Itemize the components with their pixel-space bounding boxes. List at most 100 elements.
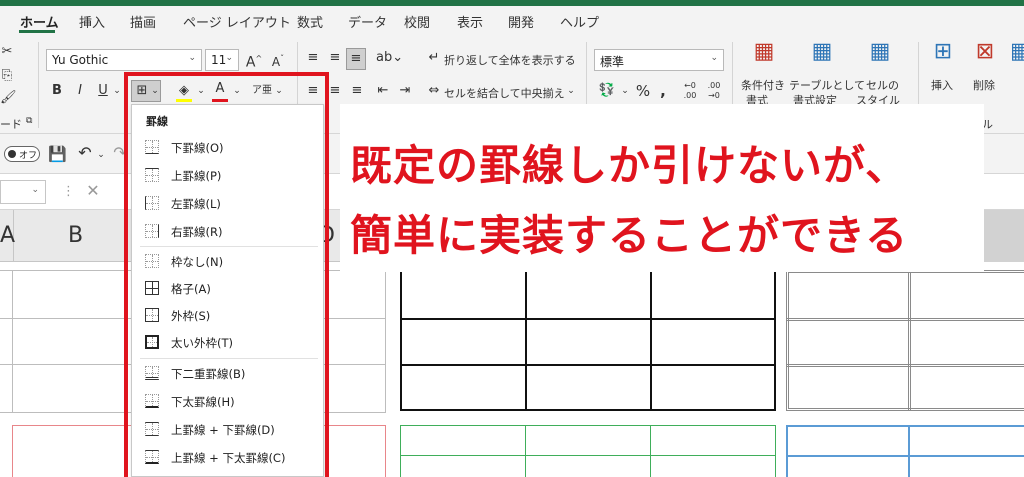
- tab-help[interactable]: ヘルプ: [560, 12, 599, 31]
- cell-styles-icon: ▦: [869, 39, 891, 64]
- format-painter-icon[interactable]: 🖌: [0, 88, 17, 108]
- black-table-line: [650, 270, 652, 411]
- red-table-border: [385, 425, 386, 477]
- chevron-down-icon: ⌄: [225, 53, 233, 63]
- chevron-down-icon[interactable]: ⌄: [112, 81, 122, 101]
- group-divider: [38, 42, 39, 128]
- black-table-line: [400, 318, 776, 320]
- black-table-line: [525, 270, 527, 411]
- green-table-line: [400, 455, 776, 456]
- green-table-line: [650, 425, 651, 477]
- blue-table: [786, 425, 1024, 477]
- tab-view[interactable]: 表示: [457, 12, 483, 31]
- merge-center-button[interactable]: セルを結合して中央揃え: [444, 85, 565, 101]
- gray-table: [786, 270, 1024, 411]
- align-bottom-icon[interactable]: ≡: [346, 48, 366, 70]
- font-size-value: 11: [211, 53, 227, 67]
- tab-page-layout[interactable]: ページ レイアウト: [183, 12, 291, 31]
- font-size-combo[interactable]: 11 ⌄: [205, 49, 239, 71]
- column-header-a[interactable]: A: [0, 210, 16, 262]
- tab-formulas[interactable]: 数式: [297, 12, 323, 31]
- column-b-label: B: [67, 223, 84, 248]
- cut-icon[interactable]: ✂: [0, 42, 14, 62]
- blue-table-line: [786, 455, 1024, 457]
- underline-button[interactable]: U: [96, 81, 110, 101]
- conditional-formatting-label[interactable]: 条件付き: [741, 77, 785, 93]
- format-cells-icon[interactable]: ▦: [1010, 42, 1024, 70]
- delete-cells-icon: ⊠: [975, 39, 995, 64]
- accounting-format-icon[interactable]: 💱: [596, 81, 618, 101]
- insert-cells-button[interactable]: 挿入: [931, 77, 953, 93]
- tab-home[interactable]: ホーム: [20, 12, 59, 31]
- tab-data[interactable]: データ: [348, 12, 387, 31]
- decrease-indent-icon[interactable]: ⇤: [374, 81, 392, 101]
- delete-cells-button[interactable]: 削除: [973, 77, 995, 93]
- number-format-value: 標準: [600, 55, 625, 69]
- italic-button[interactable]: I: [73, 81, 87, 101]
- gray-table-line: [908, 270, 911, 411]
- tab-developer[interactable]: 開発: [508, 12, 534, 31]
- copy-icon[interactable]: ⎘: [0, 66, 14, 86]
- column-a-label: A: [0, 223, 16, 248]
- annotation-callout: 既定の罫線しか引けないが、 簡単に実装することができる: [340, 104, 984, 272]
- conditional-formatting-icon: ▦: [753, 39, 775, 64]
- tab-insert[interactable]: 挿入: [79, 12, 105, 31]
- blue-table-line: [908, 425, 910, 477]
- cell-styles-label[interactable]: セルの: [866, 77, 899, 93]
- autosave-toggle[interactable]: オフ: [4, 146, 40, 162]
- grid-line: [12, 270, 13, 412]
- percent-style-icon[interactable]: %: [634, 81, 652, 101]
- bold-button[interactable]: B: [50, 81, 64, 101]
- black-table-line: [400, 364, 776, 366]
- callout-line-1: 既定の罫線しか引けないが、: [350, 141, 909, 190]
- red-table-border: [12, 425, 13, 477]
- black-table: [400, 270, 776, 411]
- chevron-down-icon[interactable]: ⌄: [96, 145, 106, 165]
- increase-decimal-icon[interactable]: ←0.00: [680, 81, 700, 101]
- gray-table-line: [786, 364, 1024, 367]
- green-table-line: [525, 425, 526, 477]
- decrease-decimal-icon[interactable]: .00 →0: [704, 81, 724, 101]
- grid-line: [385, 270, 386, 412]
- chevron-down-icon[interactable]: ⌄: [620, 81, 630, 101]
- column-header-selected[interactable]: [984, 210, 1024, 262]
- decrease-font-icon[interactable]: Aˇ: [268, 49, 288, 72]
- autosave-label: オフ: [19, 151, 38, 161]
- format-as-table-icon: ▦: [811, 39, 833, 64]
- chevron-down-icon: ⌄: [710, 53, 718, 63]
- ribbon-tab-row: ホーム 挿入 描画 ページ レイアウト 数式 データ 校閲 表示 開発 ヘルプ: [0, 6, 1024, 36]
- wrap-text-button[interactable]: 折り返して全体を表示する: [444, 52, 576, 68]
- save-icon[interactable]: 💾: [48, 144, 67, 164]
- gray-table-line: [786, 318, 1024, 321]
- merge-center-icon: ⇔: [428, 83, 440, 98]
- clipboard-launcher-icon[interactable]: ⧉: [26, 116, 32, 126]
- undo-icon[interactable]: ↶: [76, 143, 94, 163]
- comma-style-icon[interactable]: ,: [656, 81, 670, 101]
- active-tab-indicator: [19, 30, 55, 33]
- column-header-b[interactable]: B: [14, 210, 138, 262]
- cancel-entry-icon[interactable]: ✕: [84, 181, 102, 201]
- highlight-frame: [124, 72, 329, 477]
- clipboard-group-label: ード: [0, 118, 22, 131]
- increase-font-icon[interactable]: A^: [244, 49, 264, 73]
- increase-indent-icon[interactable]: ⇥: [396, 81, 414, 101]
- insert-cells-icon: ⊞: [933, 39, 953, 64]
- chevron-down-icon: ⌄: [31, 185, 39, 195]
- number-format-combo[interactable]: 標準 ⌄: [594, 49, 724, 71]
- callout-line-2: 簡単に実装することができる: [350, 211, 909, 260]
- name-box[interactable]: ⌄: [0, 180, 46, 204]
- tab-draw[interactable]: 描画: [130, 12, 156, 31]
- green-table: [400, 425, 776, 477]
- align-middle-icon[interactable]: ≡: [326, 48, 344, 68]
- wrap-text-icon: ↵: [428, 50, 440, 65]
- font-name-value: Yu Gothic: [52, 53, 109, 67]
- format-as-table-label[interactable]: テーブルとして: [789, 77, 865, 93]
- chevron-down-icon[interactable]: ⌄: [566, 81, 576, 101]
- more-options-icon: ⋮: [62, 184, 75, 199]
- tab-review[interactable]: 校閲: [404, 12, 430, 31]
- align-right-icon[interactable]: ≡: [348, 81, 366, 101]
- font-name-combo[interactable]: Yu Gothic ⌄: [46, 49, 202, 71]
- align-top-icon[interactable]: ≡: [304, 48, 322, 68]
- orientation-icon[interactable]: ab⌄: [376, 48, 403, 68]
- toggle-knob: [8, 150, 16, 158]
